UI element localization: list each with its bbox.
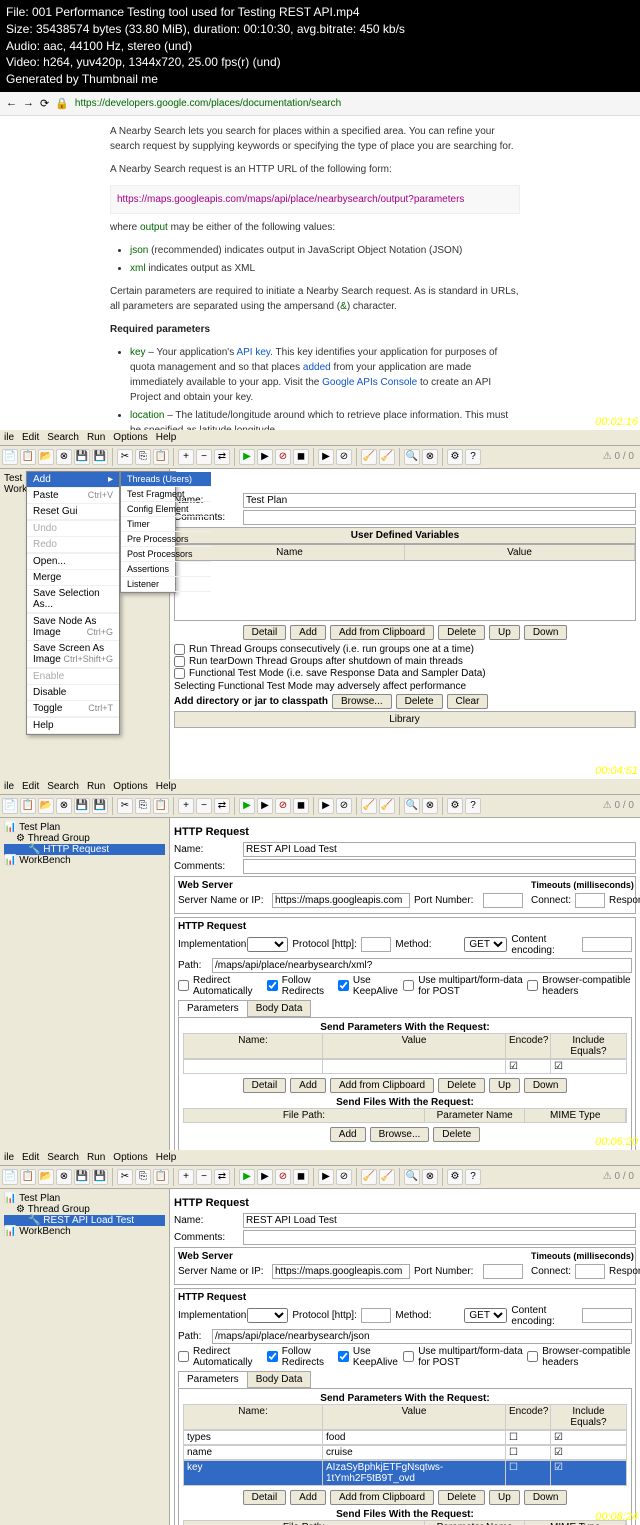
toggle-icon[interactable]: ⇄	[214, 449, 230, 465]
run-consecutive-check[interactable]	[174, 644, 185, 655]
tab-body[interactable]: Body Data	[247, 1000, 312, 1017]
up-button[interactable]: Up	[489, 625, 520, 640]
name-input[interactable]	[243, 842, 636, 857]
remote-stop-icon[interactable]: ⊘	[336, 449, 352, 465]
clear-button[interactable]: Clear	[447, 694, 489, 709]
param-row[interactable]: keyAIzaSyBphkjETFgNsqtws-1tYmh2F5tB9T_ov…	[183, 1460, 627, 1486]
tree-pane[interactable]: 📊 Test Plan ⚙ Thread Group 🔧 HTTP Reques…	[0, 818, 170, 1150]
browse-button[interactable]: Browse...	[332, 694, 392, 709]
timestamp: 00:06:20	[595, 1136, 638, 1148]
detail-button[interactable]: Detail	[243, 625, 287, 640]
addclip-button[interactable]: Add from Clipboard	[330, 625, 434, 640]
remote-start-icon[interactable]: ▶	[318, 449, 334, 465]
testplan-panel: st Plan Name: Comments: User Defined Var…	[170, 469, 640, 779]
ctx-reset[interactable]: Reset Gui	[27, 504, 119, 520]
pane-jmeter-http1: ileEditSearchRunOptionsHelp 📄📋📂⊗💾💾 ✂⎘📋 +…	[0, 779, 640, 1150]
param-row[interactable]: namecruise☐☑	[183, 1445, 627, 1460]
toolbar[interactable]: 📄📋📂⊗💾💾 ✂⎘📋 +−⇄ ▶▶⊘◼ ▶⊘ 🧹🧹 🔍⊗ ⚙? ⚠ 0 / 0	[0, 795, 640, 818]
menubar[interactable]: ileEditSearchRunOptionsHelp	[0, 779, 640, 795]
pane-browser: ← → ⟳ 🔒 https://developers.google.com/pl…	[0, 92, 640, 430]
code-url: https://maps.googleapis.com/maps/api/pla…	[110, 185, 520, 214]
template-icon[interactable]: 📋	[20, 449, 36, 465]
saveas-icon[interactable]: 💾	[92, 449, 108, 465]
url-bar[interactable]: https://developers.google.com/places/doc…	[75, 98, 341, 109]
ctx-redo: Redo	[27, 537, 119, 553]
functional-check[interactable]	[174, 668, 185, 679]
ctx-enable: Enable	[27, 669, 119, 685]
ctx-open[interactable]: Open...	[27, 554, 119, 570]
ctx-savesel[interactable]: Save Selection As...	[27, 586, 119, 613]
reset-search-icon[interactable]: ⊗	[422, 449, 438, 465]
http-panel: HTTP Request Name: Comments: Web Server …	[170, 1189, 640, 1525]
open-icon[interactable]: 📂	[38, 449, 54, 465]
back-icon[interactable]: ←	[6, 97, 17, 109]
reload-icon[interactable]: ⟳	[40, 97, 49, 110]
ctx-merge[interactable]: Merge	[27, 570, 119, 586]
impl-select[interactable]	[247, 937, 288, 952]
ctx-savescreen[interactable]: Save Screen As ImageCtrl+Shift+G	[27, 641, 119, 668]
start-icon[interactable]: ▶	[239, 449, 255, 465]
stop-icon[interactable]: ⊘	[275, 449, 291, 465]
submenu-add[interactable]: Threads (Users) Test Fragment Config Ele…	[120, 471, 176, 593]
pane-jmeter-http2: ileEditSearchRunOptionsHelp 📄📋📂⊗💾💾 ✂⎘📋 +…	[0, 1150, 640, 1525]
search-icon[interactable]: 🔍	[404, 449, 420, 465]
name-input[interactable]	[243, 493, 636, 508]
ctx-undo: Undo	[27, 521, 119, 537]
copy-icon[interactable]: ⎘	[135, 449, 151, 465]
menubar[interactable]: ileEditSearchRunOptionsHelp	[0, 1150, 640, 1166]
fn-helper-icon[interactable]: ⚙	[447, 449, 463, 465]
save-icon[interactable]: 💾	[74, 449, 90, 465]
comments-input[interactable]	[243, 510, 636, 525]
expand-icon[interactable]: +	[178, 449, 194, 465]
forward-icon[interactable]: →	[23, 97, 34, 109]
new-icon[interactable]: 📄	[2, 449, 18, 465]
path-input[interactable]	[212, 1329, 632, 1344]
method-select[interactable]: GET	[464, 937, 507, 952]
tree-pane[interactable]: Test Work Add ▸ PasteCtrl+V Reset Gui Un…	[0, 469, 170, 779]
teardown-check[interactable]	[174, 656, 185, 667]
paste-icon[interactable]: 📋	[153, 449, 169, 465]
timestamp: 00:08:24	[595, 1511, 638, 1523]
http-panel: HTTP Request Name: Comments: Web Server …	[170, 818, 640, 1150]
lock-icon: 🔒	[55, 97, 69, 110]
down-button[interactable]: Down	[524, 625, 568, 640]
close-icon[interactable]: ⊗	[56, 449, 72, 465]
udv-table[interactable]	[174, 561, 636, 621]
server-input[interactable]	[272, 893, 410, 908]
ctx-toggle[interactable]: ToggleCtrl+T	[27, 701, 119, 717]
video-metadata: File: 001 Performance Testing tool used …	[0, 0, 640, 92]
shutdown-icon[interactable]: ◼	[293, 449, 309, 465]
ctx-paste[interactable]: PasteCtrl+V	[27, 488, 119, 504]
tree-pane[interactable]: 📊 Test Plan ⚙ Thread Group 🔧 REST API Lo…	[0, 1189, 170, 1525]
param-row[interactable]: typesfood☐☑	[183, 1430, 627, 1445]
path-input[interactable]	[212, 958, 632, 973]
collapse-icon[interactable]: −	[196, 449, 212, 465]
timestamp: 00:04:51	[595, 765, 638, 777]
new-icon[interactable]: 📄	[2, 798, 18, 814]
menubar[interactable]: ileEditSearchRunOptionsHelp	[0, 430, 640, 446]
context-menu[interactable]: Add ▸ PasteCtrl+V Reset Gui Undo Redo Op…	[26, 471, 120, 735]
ctx-savenode[interactable]: Save Node As ImageCtrl+G	[27, 614, 119, 641]
cut-icon[interactable]: ✂	[117, 449, 133, 465]
toolbar[interactable]: 📄 📋 📂 ⊗ 💾 💾 ✂ ⎘ 📋 + − ⇄ ▶ ▶ ⊘ ◼ ▶ ⊘ 🧹 🧹 …	[0, 446, 640, 469]
clear-icon[interactable]: 🧹	[361, 449, 377, 465]
help-icon[interactable]: ?	[465, 449, 481, 465]
delete-cp-button[interactable]: Delete	[396, 694, 443, 709]
timestamp: 00:02:16	[595, 416, 638, 428]
warn-counter: ⚠ 0 / 0	[603, 451, 638, 462]
ctx-add[interactable]: Add ▸	[27, 472, 119, 488]
port-input[interactable]	[483, 893, 523, 908]
delete-button[interactable]: Delete	[438, 625, 485, 640]
ctx-help[interactable]: Help	[27, 718, 119, 734]
tab-parameters[interactable]: Parameters	[178, 1000, 248, 1017]
clearall-icon[interactable]: 🧹	[379, 449, 395, 465]
browser-bar: ← → ⟳ 🔒 https://developers.google.com/pl…	[0, 92, 640, 116]
start-nopauses-icon[interactable]: ▶	[257, 449, 273, 465]
ctx-disable[interactable]: Disable	[27, 685, 119, 701]
add-button[interactable]: Add	[290, 625, 326, 640]
pane-jmeter-testplan: ileEditSearchRunOptionsHelp 📄 📋 📂 ⊗ 💾 💾 …	[0, 430, 640, 779]
param-row-empty[interactable]: ☑☑	[183, 1059, 627, 1074]
